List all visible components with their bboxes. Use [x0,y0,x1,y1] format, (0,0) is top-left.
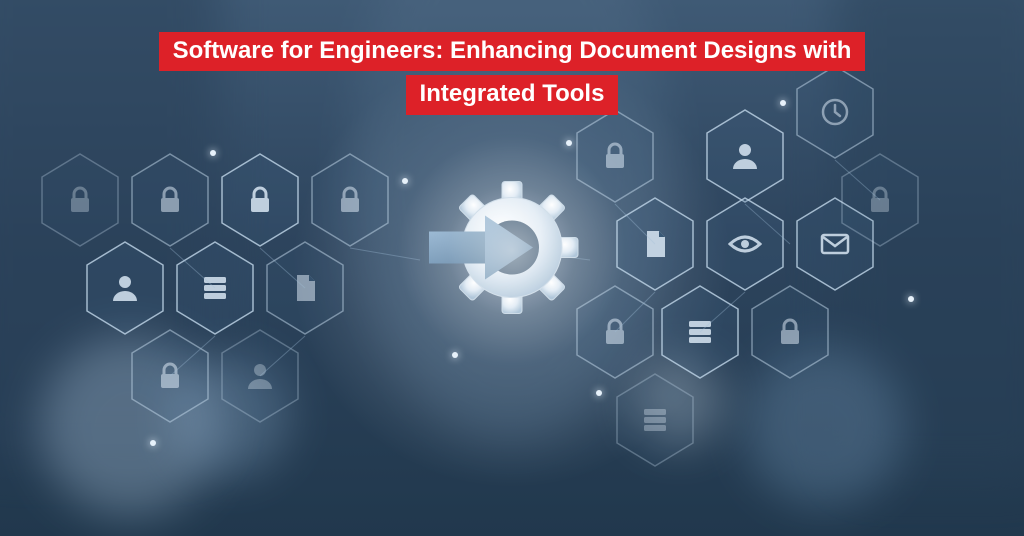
hero-title-line-2: Integrated Tools [406,75,619,114]
gear-arrow-icon [427,163,597,338]
network-node-dot [908,296,914,302]
hero-title: Software for Engineers: Enhancing Docume… [0,32,1024,115]
network-node-dot [210,150,216,156]
network-node-dot [150,440,156,446]
hero-title-line-1: Software for Engineers: Enhancing Docume… [159,32,866,71]
network-node-dot [596,390,602,396]
hero-image: Software for Engineers: Enhancing Docume… [0,0,1024,536]
